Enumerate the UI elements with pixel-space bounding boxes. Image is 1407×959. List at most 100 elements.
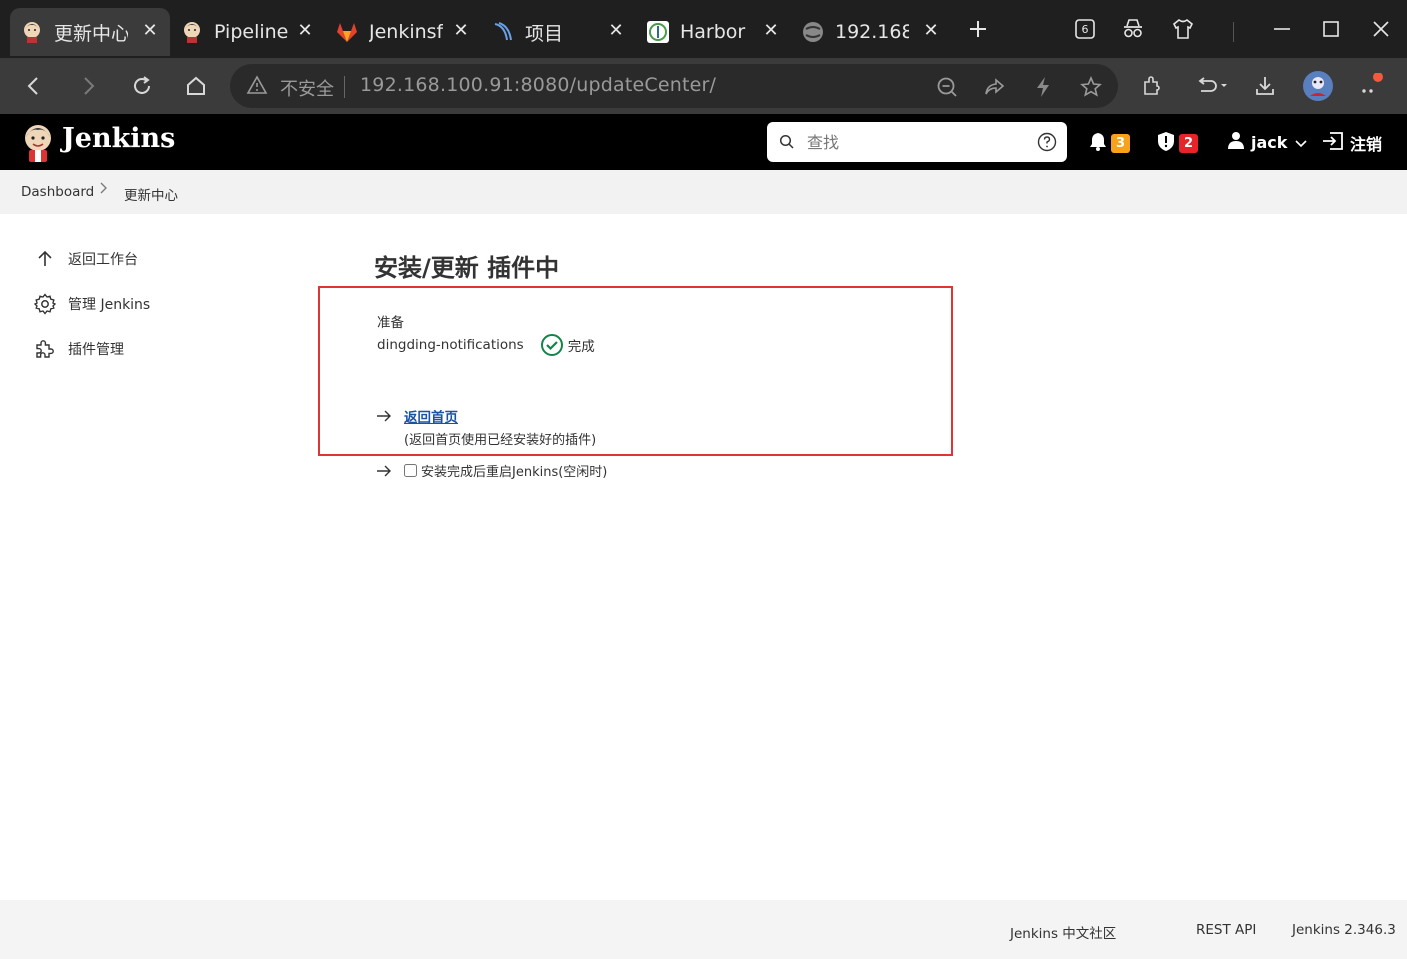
incognito-icon[interactable] (1118, 14, 1148, 44)
arrow-right-icon (376, 463, 394, 482)
browser-toolbar: 不安全 192.168.100.91:8080/updateCenter/ (0, 58, 1407, 114)
page-title: 安装/更新 插件中 (374, 254, 560, 282)
share-icon[interactable] (981, 74, 1007, 100)
footer-version[interactable]: Jenkins 2.346.3 (1292, 922, 1396, 938)
footer: Jenkins 中文社区 REST API Jenkins 2.346.3 (0, 900, 1407, 959)
logout-icon (1322, 132, 1344, 154)
status-heading: 准备 (377, 315, 404, 331)
sidebar-item-label: 管理 Jenkins (68, 297, 151, 313)
check-circle-icon (540, 333, 564, 357)
user-icon (1227, 131, 1245, 153)
breadcrumb: Dashboard 更新中心 (0, 170, 1407, 214)
arrow-right-icon (376, 408, 394, 427)
tab-title: 192.168 (835, 21, 909, 43)
maximize-icon[interactable] (1316, 14, 1346, 44)
close-icon[interactable]: ✕ (921, 20, 941, 41)
sidebar-item-plugin-manager[interactable]: 插件管理 (34, 338, 124, 360)
user-name: jack (1251, 132, 1288, 152)
jenkins-favicon-icon (180, 20, 204, 44)
jenkins-logo-icon[interactable] (18, 122, 58, 162)
window-close-icon[interactable] (1366, 14, 1396, 44)
plugin-status-row: dingding-notifications 完成 (377, 333, 595, 357)
plugin-name: dingding-notifications (377, 337, 524, 353)
restart-checkbox[interactable] (404, 464, 417, 477)
security-badge: 2 (1179, 134, 1198, 153)
close-icon[interactable]: ✕ (761, 20, 781, 41)
user-menu[interactable]: jack (1227, 131, 1307, 153)
breadcrumb-dashboard[interactable]: Dashboard (21, 184, 94, 200)
tab-title: Harbor (680, 21, 746, 43)
tab-pipeline[interactable]: Pipeline ✕ (170, 8, 325, 56)
logout-label: 注销 (1350, 135, 1383, 154)
chevron-down-icon (1295, 133, 1307, 152)
harbor-favicon-icon (646, 20, 670, 44)
back-icon[interactable] (18, 70, 50, 102)
tab-title: 项目 (525, 22, 564, 45)
forward-icon[interactable] (72, 70, 104, 102)
breadcrumb-update-center[interactable]: 更新中心 (124, 184, 178, 204)
footer-rest-api-link[interactable]: REST API (1196, 922, 1256, 938)
go-home-link[interactable]: 返回首页 (404, 406, 596, 426)
logout-button[interactable]: 注销 (1322, 131, 1382, 155)
tab-gitlab[interactable]: Jenkinsf ✕ (325, 8, 481, 56)
avatar[interactable] (1302, 70, 1334, 102)
search-input[interactable] (807, 128, 1027, 156)
puzzle-icon (34, 338, 56, 360)
sidebar-item-label: 插件管理 (68, 342, 124, 358)
download-icon[interactable] (1249, 70, 1281, 102)
zoom-out-icon[interactable] (934, 74, 960, 100)
url-text[interactable]: 192.168.100.91:8080/updateCenter/ (360, 74, 716, 96)
globe-favicon-icon (801, 20, 825, 44)
tab-harbor[interactable]: Harbor ✕ (636, 8, 791, 56)
warning-icon[interactable] (246, 75, 268, 99)
project-favicon-icon (491, 20, 515, 44)
new-tab-button[interactable] (963, 14, 993, 44)
help-icon[interactable] (1037, 132, 1057, 156)
security-button[interactable]: 2 (1157, 131, 1198, 156)
close-icon[interactable]: ✕ (295, 20, 315, 41)
restart-row: 安装完成后重启Jenkins(空闲时) (376, 461, 607, 482)
sidebar-item-manage-jenkins[interactable]: 管理 Jenkins (34, 293, 150, 315)
close-icon[interactable]: ✕ (140, 20, 160, 41)
chevron-right-icon (100, 182, 108, 198)
restart-label: 安装完成后重启Jenkins(空闲时) (421, 465, 608, 480)
go-home-row: 返回首页 (返回首页使用已经安装好的插件) (376, 406, 596, 448)
shield-icon (1157, 131, 1175, 156)
plugin-status: 完成 (567, 339, 595, 355)
tab-project[interactable]: 项目 ✕ (481, 8, 636, 56)
footer-community-link[interactable]: Jenkins 中文社区 (1010, 922, 1116, 942)
extensions-icon[interactable] (1136, 70, 1168, 102)
lightning-icon[interactable] (1030, 74, 1056, 100)
sidebar-item-back-dashboard[interactable]: 返回工作台 (34, 248, 138, 270)
close-icon[interactable]: ✕ (451, 20, 471, 41)
undo-dropdown-icon[interactable] (1192, 70, 1232, 102)
gear-icon (34, 293, 56, 315)
jenkins-brand[interactable]: Jenkins (62, 123, 175, 154)
home-icon[interactable] (180, 70, 212, 102)
search-icon (779, 134, 795, 154)
jenkins-favicon-icon (20, 20, 44, 44)
shirt-icon[interactable] (1168, 14, 1198, 44)
browser-tab-bar: 更新中心 ✕ Pipeline ✕ Jenkinsf ✕ 项目 ✕ Harbor… (0, 0, 1407, 58)
arrow-up-icon (34, 248, 56, 270)
close-icon[interactable]: ✕ (606, 20, 626, 41)
jenkins-header: Jenkins 3 2 jack (0, 114, 1407, 170)
more-menu-icon[interactable] (1356, 70, 1388, 102)
notifications-button[interactable]: 3 (1089, 131, 1130, 155)
bookmark-star-icon[interactable] (1078, 74, 1104, 100)
jenkins-page: Jenkins 3 2 jack (0, 114, 1407, 959)
tab-count-button[interactable]: 6 (1070, 14, 1100, 44)
tab-ip[interactable]: 192.168 ✕ (791, 8, 951, 56)
tab-count: 6 (1081, 22, 1089, 36)
bell-icon (1089, 131, 1107, 155)
divider (344, 76, 345, 98)
go-home-description: (返回首页使用已经安装好的插件) (404, 433, 597, 448)
address-bar[interactable]: 不安全 192.168.100.91:8080/updateCenter/ (230, 64, 1118, 108)
reload-icon[interactable] (126, 70, 158, 102)
security-label: 不安全 (280, 79, 334, 100)
minimize-icon[interactable] (1267, 14, 1297, 44)
restart-checkbox-label[interactable]: 安装完成后重启Jenkins(空闲时) (404, 461, 607, 480)
tab-title: Jenkinsf (369, 21, 443, 43)
search-box (767, 122, 1067, 162)
tab-update-center[interactable]: 更新中心 ✕ (10, 8, 170, 56)
